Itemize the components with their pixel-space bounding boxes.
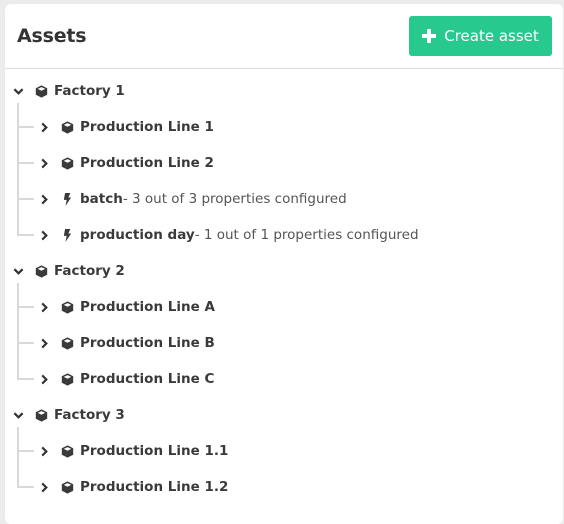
bolt-icon <box>60 192 74 206</box>
chevron-right-icon[interactable] <box>37 120 51 134</box>
page-title: Assets <box>17 25 87 47</box>
cube-icon <box>34 84 48 98</box>
node-name[interactable]: Factory 2 <box>54 263 125 279</box>
cube-icon <box>34 264 48 278</box>
cube-icon <box>60 480 74 494</box>
tree-node-asset[interactable]: Factory 3 <box>11 397 125 433</box>
tree-node-asset[interactable]: Production Line 1.2 <box>37 469 228 505</box>
node-name[interactable]: Production Line A <box>80 299 215 315</box>
tree-node-asset[interactable]: Production Line B <box>37 325 215 361</box>
node-description: - 1 out of 1 properties configured <box>194 227 419 243</box>
tree-node-asset[interactable]: Production Line 2 <box>37 145 214 181</box>
chevron-down-icon[interactable] <box>11 264 25 278</box>
tree-guide-line <box>17 450 34 452</box>
chevron-right-icon[interactable] <box>37 480 51 494</box>
chevron-right-icon[interactable] <box>37 336 51 350</box>
tree-guide-line <box>17 306 34 308</box>
tree-guide-line <box>17 342 34 344</box>
tree-guide-line <box>17 234 34 236</box>
node-name[interactable]: batch <box>80 191 123 207</box>
create-asset-label: Create asset <box>444 27 539 45</box>
cube-icon <box>60 444 74 458</box>
tree-node-asset[interactable]: Factory 2 <box>11 253 125 289</box>
tree-guide-line <box>17 198 34 200</box>
chevron-down-icon[interactable] <box>11 408 25 422</box>
tree-guide-line <box>17 126 34 128</box>
cube-icon <box>60 300 74 314</box>
panel-header: Assets Create asset <box>5 4 563 69</box>
tree-node-asset[interactable]: Production Line C <box>37 361 214 397</box>
tree-node-event[interactable]: batch - 3 out of 3 properties configured <box>37 181 347 217</box>
node-name[interactable]: production day <box>80 227 195 243</box>
tree-node-asset[interactable]: Production Line 1 <box>37 109 214 145</box>
plus-icon <box>422 29 437 43</box>
tree-guide-line <box>17 486 34 488</box>
cube-icon <box>60 156 74 170</box>
tree-node-asset[interactable]: Production Line 1.1 <box>37 433 228 469</box>
chevron-right-icon[interactable] <box>37 156 51 170</box>
chevron-down-icon[interactable] <box>11 84 25 98</box>
tree-guide-line <box>17 162 34 164</box>
bolt-icon <box>60 228 74 242</box>
node-description: - 3 out of 3 properties configured <box>122 191 347 207</box>
tree-guide-line <box>17 378 34 380</box>
node-name[interactable]: Factory 1 <box>54 83 125 99</box>
node-name[interactable]: Production Line 2 <box>80 155 214 171</box>
cube-icon <box>60 120 74 134</box>
node-name[interactable]: Production Line B <box>80 335 215 351</box>
tree-guide-line <box>17 283 19 380</box>
node-name[interactable]: Production Line 1.2 <box>80 479 228 495</box>
assets-panel: Assets Create asset Factory 1 Production … <box>5 4 563 524</box>
tree-node-asset[interactable]: Production Line A <box>37 289 215 325</box>
cube-icon <box>60 372 74 386</box>
tree-node-asset[interactable]: Factory 1 <box>11 73 125 109</box>
node-name[interactable]: Factory 3 <box>54 407 125 423</box>
chevron-right-icon[interactable] <box>37 444 51 458</box>
tree-guide-line <box>17 427 19 488</box>
cube-icon <box>34 408 48 422</box>
tree-node-event[interactable]: production day - 1 out of 1 properties c… <box>37 217 419 253</box>
node-name[interactable]: Production Line 1.1 <box>80 443 228 459</box>
cube-icon <box>60 336 74 350</box>
chevron-right-icon[interactable] <box>37 372 51 386</box>
chevron-right-icon[interactable] <box>37 300 51 314</box>
create-asset-button[interactable]: Create asset <box>409 16 552 56</box>
chevron-right-icon[interactable] <box>37 192 51 206</box>
node-name[interactable]: Production Line C <box>80 371 214 387</box>
chevron-right-icon[interactable] <box>37 228 51 242</box>
tree-guide-line <box>17 103 19 236</box>
node-name[interactable]: Production Line 1 <box>80 119 214 135</box>
